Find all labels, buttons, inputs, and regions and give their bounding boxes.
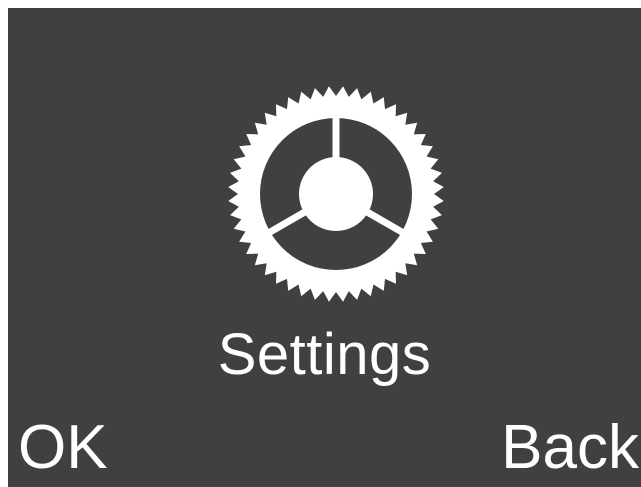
menu-title: Settings bbox=[217, 322, 432, 387]
settings-gear-icon bbox=[226, 84, 446, 304]
gear-hub bbox=[299, 157, 373, 231]
back-softkey-button[interactable]: Back bbox=[501, 413, 639, 483]
ok-softkey-button[interactable]: OK bbox=[18, 413, 108, 483]
gear-icon bbox=[228, 86, 444, 302]
device-screen: Settings OK Back bbox=[8, 8, 641, 487]
